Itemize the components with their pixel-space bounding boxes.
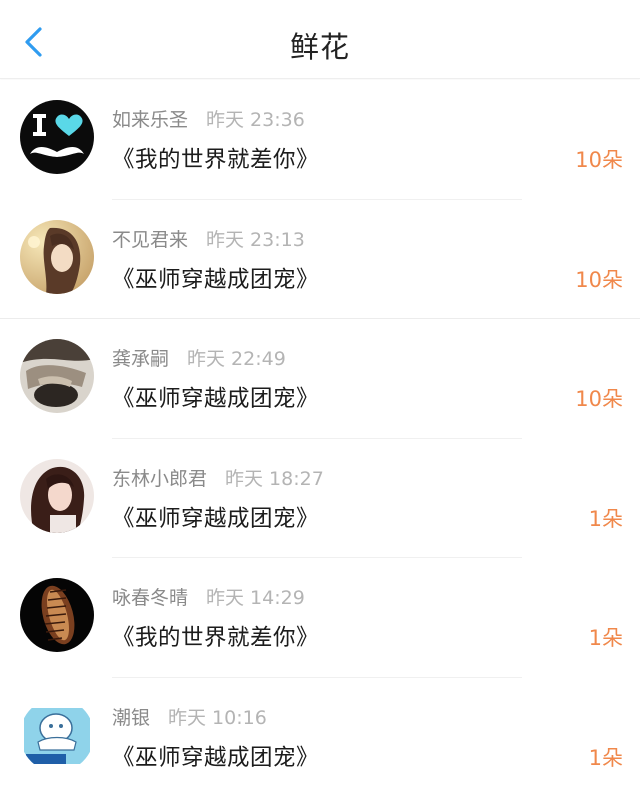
meta-line: 咏春冬晴昨天 14:29 [112, 586, 305, 610]
flower-count: 10朵 [575, 264, 623, 294]
timestamp: 昨天 10:16 [168, 707, 267, 729]
user-name: 如来乐圣 [112, 109, 188, 131]
user-name: 咏春冬晴 [112, 587, 188, 609]
meta-line: 龚承嗣昨天 22:49 [112, 347, 286, 371]
top-bar: 鲜花 [0, 0, 640, 79]
avatar [20, 220, 94, 294]
meta-line: 不见君来昨天 23:13 [112, 228, 305, 252]
user-name: 不见君来 [112, 229, 188, 251]
book-title: 《巫师穿越成团宠》 [112, 501, 319, 533]
book-title: 《巫师穿越成团宠》 [112, 740, 319, 772]
user-name: 潮银 [112, 707, 150, 729]
list-item[interactable]: 东林小郎君昨天 18:27 《巫师穿越成团宠》 1朵 [0, 439, 640, 559]
avatar [20, 698, 94, 772]
meta-line: 东林小郎君昨天 18:27 [112, 467, 324, 491]
list-item[interactable]: 咏春冬晴昨天 14:29 《我的世界就差你》 1朵 [0, 558, 640, 678]
timestamp: 昨天 18:27 [225, 468, 324, 490]
list-item[interactable]: 如来乐圣昨天 23:36 《我的世界就差你》 10朵 [0, 80, 640, 200]
flower-count: 1朵 [589, 503, 623, 533]
timestamp: 昨天 14:29 [206, 587, 305, 609]
flower-count: 1朵 [589, 622, 623, 652]
avatar [20, 459, 94, 533]
list-item[interactable]: 不见君来昨天 23:13 《巫师穿越成团宠》 10朵 [0, 200, 640, 320]
meta-line: 如来乐圣昨天 23:36 [112, 108, 305, 132]
avatar [20, 100, 94, 174]
flower-count: 10朵 [575, 144, 623, 174]
timestamp: 昨天 23:13 [206, 229, 305, 251]
flower-count: 1朵 [589, 742, 623, 772]
list-item[interactable]: 龚承嗣昨天 22:49 《巫师穿越成团宠》 10朵 [0, 319, 640, 439]
page-title: 鲜花 [0, 24, 640, 66]
flower-count: 10朵 [575, 383, 623, 413]
user-name: 龚承嗣 [112, 348, 169, 370]
user-name: 东林小郎君 [112, 468, 207, 490]
timestamp: 昨天 22:49 [187, 348, 286, 370]
meta-line: 潮银昨天 10:16 [112, 706, 267, 730]
timestamp: 昨天 23:36 [206, 109, 305, 131]
book-title: 《我的世界就差你》 [112, 142, 319, 174]
avatar [20, 339, 94, 413]
list-item[interactable]: 潮银昨天 10:16 《巫师穿越成团宠》 1朵 [0, 678, 640, 797]
book-title: 《我的世界就差你》 [112, 620, 319, 652]
flower-record-list: 如来乐圣昨天 23:36 《我的世界就差你》 10朵 [0, 80, 640, 797]
book-title: 《巫师穿越成团宠》 [112, 381, 319, 413]
book-title: 《巫师穿越成团宠》 [112, 262, 319, 294]
avatar [20, 578, 94, 652]
